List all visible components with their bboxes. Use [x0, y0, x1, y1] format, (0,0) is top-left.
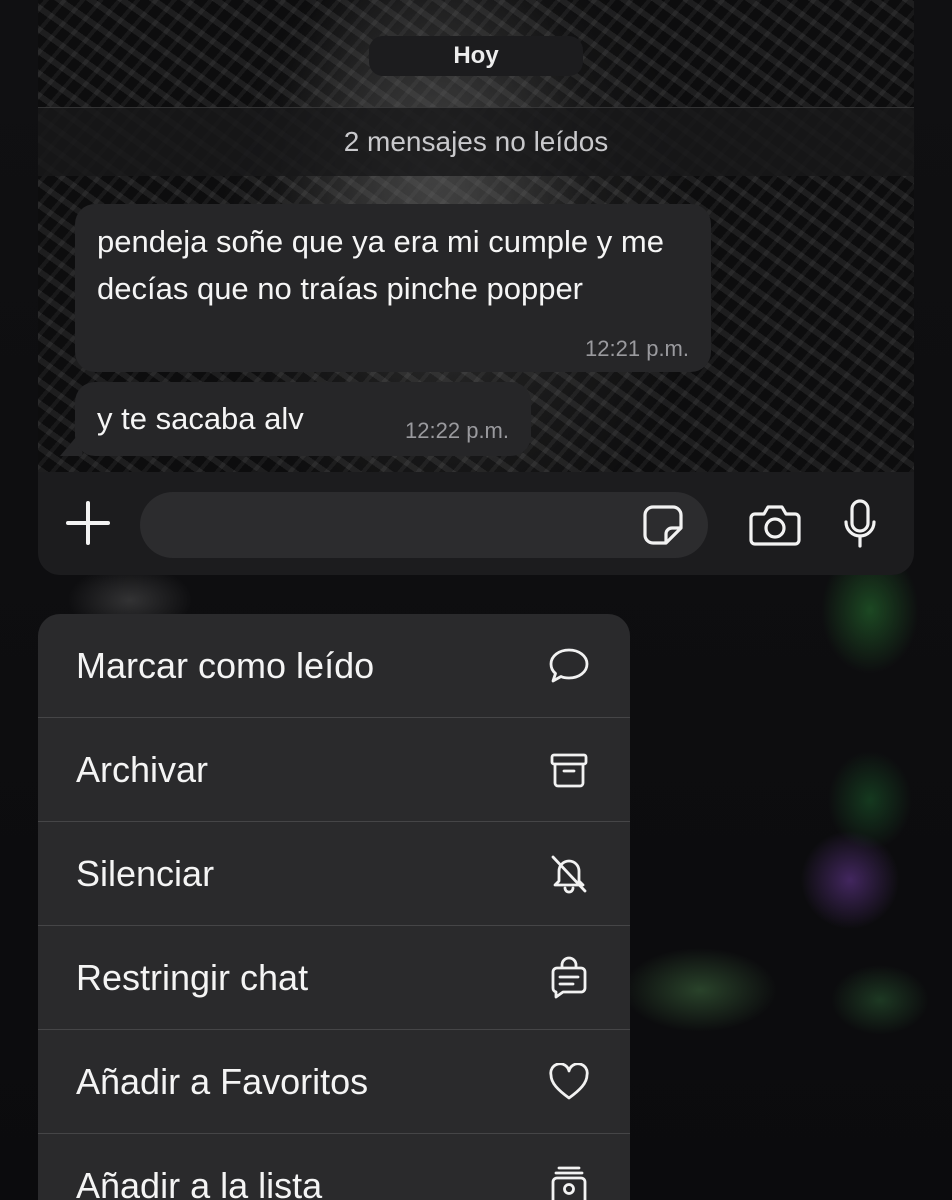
message-timestamp: 12:22 p.m.: [405, 418, 509, 443]
message-timestamp: 12:21 p.m.: [585, 336, 689, 361]
menu-item-restrict-chat[interactable]: Restringir chat: [38, 926, 630, 1030]
list-add-icon: [546, 1163, 592, 1200]
menu-item-label: Añadir a la lista: [76, 1164, 323, 1200]
menu-item-label: Marcar como leído: [76, 644, 375, 686]
menu-item-label: Silenciar: [76, 852, 215, 894]
menu-item-label: Añadir a Favoritos: [76, 1060, 369, 1102]
camera-icon: [749, 505, 801, 546]
message-text: pendeja soñe que ya era mi cumple y me d…: [97, 224, 664, 306]
heart-icon: [546, 1059, 592, 1105]
sticker-icon: [643, 505, 683, 545]
date-separator: Hoy: [369, 36, 583, 76]
menu-item-mark-read[interactable]: Marcar como leído: [38, 614, 630, 718]
attach-button[interactable]: [65, 500, 111, 546]
microphone-button[interactable]: [842, 498, 878, 550]
bell-slash-icon: [546, 851, 592, 897]
menu-item-add-favorites[interactable]: Añadir a Favoritos: [38, 1030, 630, 1134]
chat-bubble-icon: [546, 643, 592, 689]
screen: Hoy 2 mensajes no leídos pendeja soñe qu…: [0, 0, 952, 1200]
menu-item-label: Archivar: [76, 748, 209, 790]
message-bubble-incoming[interactable]: y te sacaba alv 12:22 p.m.: [75, 382, 531, 456]
unread-label: 2 mensajes no leídos: [343, 126, 609, 157]
plus-icon: [66, 501, 110, 545]
date-label: Hoy: [453, 42, 499, 69]
unread-messages-banner: 2 mensajes no leídos: [38, 107, 914, 176]
camera-button[interactable]: [748, 502, 802, 548]
menu-item-archive[interactable]: Archivar: [38, 718, 630, 822]
message-input-bar: [38, 472, 914, 575]
message-bubble-incoming[interactable]: pendeja soñe que ya era mi cumple y me d…: [75, 204, 711, 372]
menu-item-mute[interactable]: Silenciar: [38, 822, 630, 926]
chat-context-menu: Marcar como leído Archivar Silenciar Res…: [38, 614, 630, 1200]
menu-item-label: Restringir chat: [76, 956, 309, 998]
menu-item-add-to-list[interactable]: Añadir a la lista: [38, 1134, 630, 1200]
chat-preview-card: Hoy 2 mensajes no leídos pendeja soñe qu…: [38, 0, 914, 575]
locked-chat-icon: [546, 955, 592, 1001]
sticker-button[interactable]: [642, 504, 684, 546]
message-input[interactable]: [140, 492, 708, 558]
microphone-icon: [844, 499, 876, 548]
archive-box-icon: [546, 747, 592, 793]
